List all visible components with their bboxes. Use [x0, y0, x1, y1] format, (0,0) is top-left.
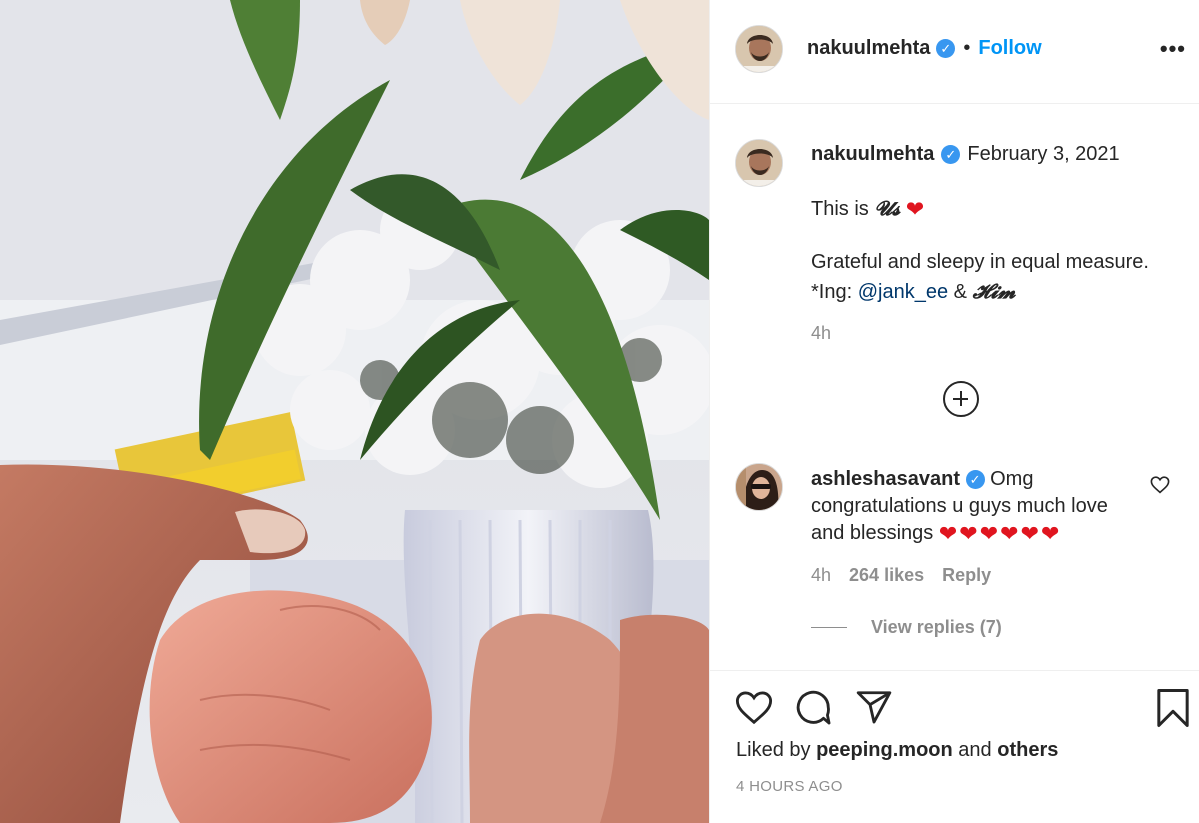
- caption-line-1: This is 𝓤𝓼 ❤: [811, 196, 924, 223]
- red-hearts-icon: ❤❤❤❤❤❤: [938, 521, 1062, 547]
- caption-author-row: nakuulmehta ✓ February 3, 2021: [811, 143, 1120, 166]
- caption-author-avatar[interactable]: [735, 139, 783, 187]
- liked-by-user-link[interactable]: peeping.moon: [816, 739, 953, 761]
- view-replies-divider: [811, 627, 847, 628]
- liked-by-and: and: [958, 739, 992, 761]
- post-photo-illustration: [0, 0, 709, 823]
- caption-line-1-text: This is: [811, 198, 869, 220]
- caption-line-3-script: 𝓗𝓲𝓶: [972, 279, 1016, 303]
- post-photo[interactable]: [0, 0, 709, 823]
- red-heart-icon: ❤: [905, 196, 925, 222]
- comment-likes-count[interactable]: 264 likes: [849, 565, 924, 586]
- comment-reply-button[interactable]: Reply: [942, 565, 991, 586]
- verified-badge-icon: ✓: [936, 39, 956, 58]
- avatar-photo-icon: [736, 26, 782, 72]
- header-username[interactable]: nakuulmehta: [807, 37, 930, 60]
- like-heart-icon[interactable]: [735, 690, 773, 726]
- post-details-panel: nakuulmehta ✓ • Follow ••• nakuulmehta ✓…: [709, 0, 1199, 823]
- comment-bubble-icon[interactable]: [795, 689, 833, 727]
- more-options-icon[interactable]: •••: [1160, 36, 1186, 62]
- verified-badge-icon: ✓: [965, 470, 985, 490]
- liked-by-summary: Liked by peeping.moon and others: [736, 739, 1058, 762]
- load-more-comments-plus-icon[interactable]: [943, 381, 979, 417]
- avatar-photo-icon: [736, 140, 782, 186]
- author-avatar[interactable]: [735, 25, 783, 73]
- caption-timestamp[interactable]: 4h: [811, 323, 831, 344]
- caption-ampersand: &: [953, 281, 967, 303]
- view-replies-button[interactable]: View replies (7): [811, 617, 1002, 638]
- caption-line-1-script: 𝓤𝓼: [874, 196, 901, 220]
- commenter-avatar[interactable]: [735, 463, 783, 511]
- caption-mention-link[interactable]: @jank_ee: [858, 281, 948, 303]
- post-header: nakuulmehta ✓ • Follow •••: [710, 0, 1199, 104]
- view-replies-label: View replies (7): [871, 617, 1002, 637]
- header-separator: •: [963, 37, 971, 59]
- header-author-row: nakuulmehta ✓ • Follow: [807, 37, 1042, 60]
- verified-badge-icon: ✓: [941, 145, 961, 164]
- post-time-ago[interactable]: 4 HOURS AGO: [736, 778, 843, 795]
- caption-line-2: Grateful and sleepy in equal measure.: [811, 251, 1149, 273]
- caption-line-3-text: *Ing:: [811, 281, 853, 303]
- share-paper-plane-icon[interactable]: [855, 689, 893, 725]
- comment-like-heart-icon[interactable]: [1150, 476, 1170, 494]
- avatar-photo-icon: [736, 464, 782, 510]
- commenter-username[interactable]: ashleshasavant: [811, 468, 960, 490]
- comment-meta: 4h 264 likes Reply: [811, 565, 991, 586]
- comment-body: ashleshasavant ✓ Omg congratulations u g…: [811, 466, 1141, 547]
- follow-button[interactable]: Follow: [978, 37, 1041, 60]
- comment-timestamp[interactable]: 4h: [811, 565, 831, 586]
- liked-by-others-link[interactable]: others: [997, 739, 1058, 761]
- caption-date: February 3, 2021: [967, 143, 1120, 165]
- liked-by-prefix: Liked by: [736, 739, 811, 761]
- caption-username[interactable]: nakuulmehta: [811, 143, 934, 166]
- save-bookmark-icon[interactable]: [1156, 688, 1190, 728]
- caption-line-3: *Ing: @jank_ee & 𝓗𝓲𝓶: [811, 279, 1016, 304]
